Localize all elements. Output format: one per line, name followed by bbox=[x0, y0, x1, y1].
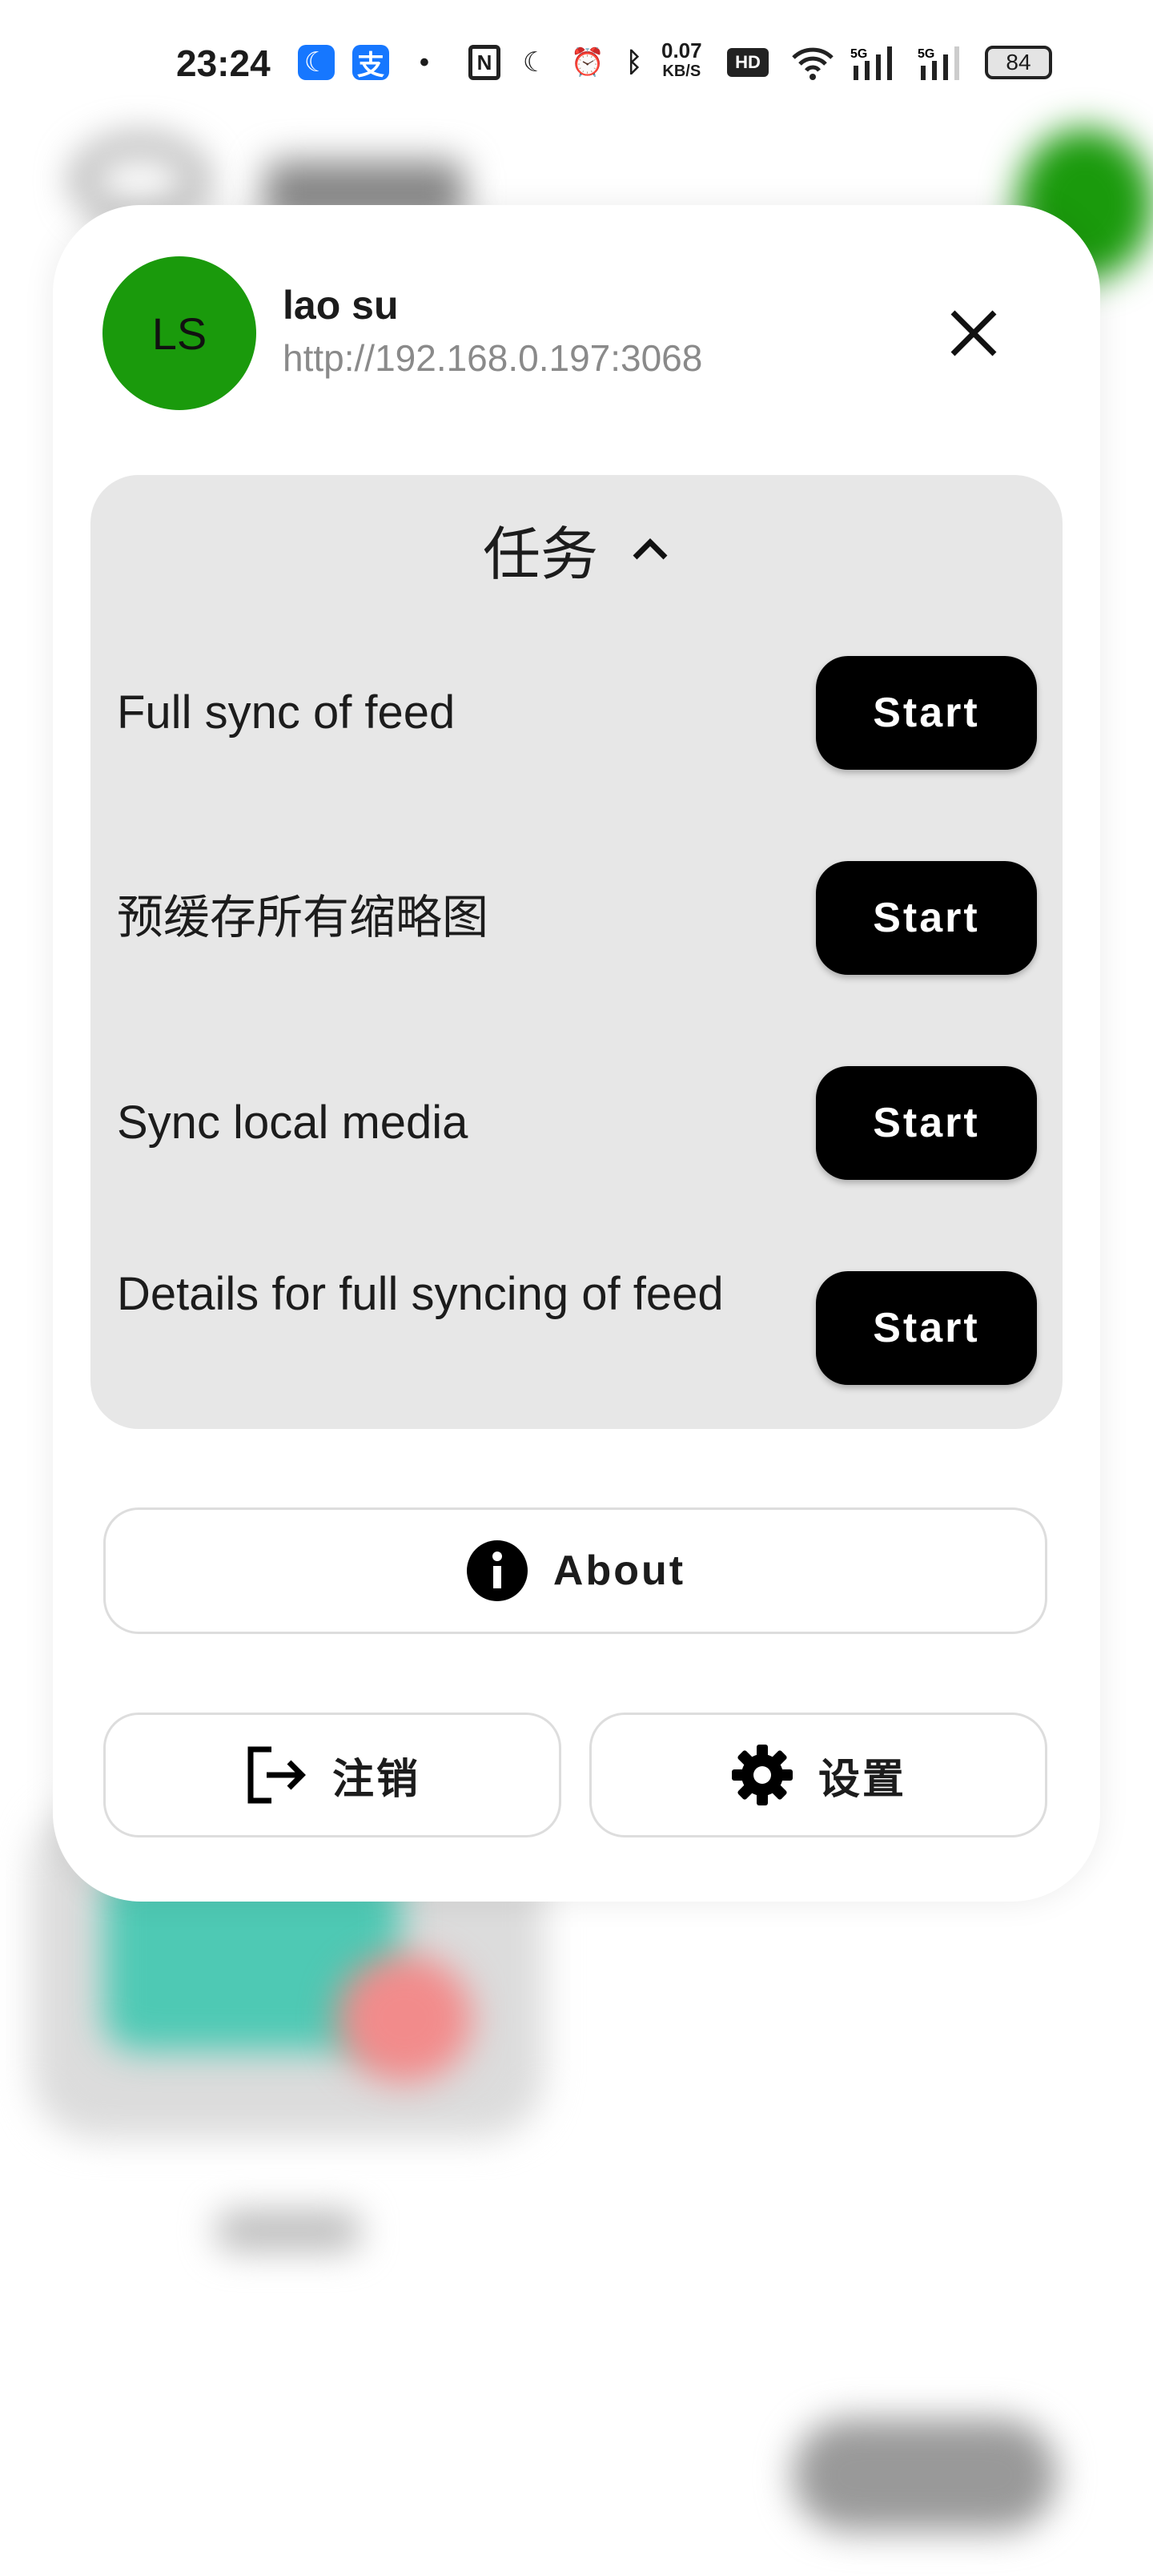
logout-label: 注销 bbox=[331, 1756, 420, 1803]
logout-icon bbox=[247, 1746, 306, 1804]
net-speed: 0.07 KB/S bbox=[661, 40, 702, 82]
close-button[interactable] bbox=[942, 301, 1006, 365]
dot-icon: • bbox=[420, 46, 429, 78]
tasks-panel: 任务 Full sync of feed Start 预缓存所有缩略图 Star… bbox=[90, 475, 1063, 1429]
tasks-header[interactable]: 任务 bbox=[90, 507, 1063, 591]
status-time: 23:24 bbox=[176, 42, 271, 84]
task-label: Details for full syncing of feed bbox=[117, 1268, 724, 1320]
battery-icon: 84 bbox=[985, 46, 1052, 79]
task-label: 预缓存所有缩略图 bbox=[117, 892, 489, 944]
net-speed-value: 0.07 bbox=[661, 38, 702, 62]
background-nav-pill bbox=[793, 2419, 1057, 2531]
account-name: lao su bbox=[283, 283, 399, 328]
hd-icon: HD bbox=[727, 48, 769, 77]
net-speed-unit: KB/S bbox=[662, 62, 701, 80]
chevron-up-icon bbox=[633, 537, 668, 559]
dnd-moon-icon: ☾ bbox=[522, 47, 548, 78]
avatar: LS bbox=[102, 256, 256, 410]
battery-level: 84 bbox=[1006, 50, 1031, 74]
bluetooth-icon: ᛒ bbox=[625, 46, 643, 78]
avatar-initials: LS bbox=[151, 308, 207, 359]
alarm-icon: ⏰ bbox=[570, 47, 605, 78]
about-label: About bbox=[552, 1548, 686, 1594]
moon-app-icon: ☾ bbox=[298, 45, 335, 80]
start-full-sync-button[interactable]: Start bbox=[816, 656, 1037, 770]
svg-text:5G: 5G bbox=[850, 47, 867, 61]
status-bar: 23:24 ☾ 支 • N ☾ ⏰ ᛒ 0.07 KB/S HD 5G 5G 8… bbox=[0, 0, 1153, 120]
task-label: Full sync of feed bbox=[117, 686, 456, 739]
signal-5g-icon: 5G bbox=[850, 45, 903, 80]
nfc-icon: N bbox=[468, 45, 500, 80]
task-label: Sync local media bbox=[117, 1097, 468, 1149]
logout-button[interactable]: 注销 bbox=[103, 1713, 561, 1837]
tasks-title: 任务 bbox=[482, 523, 598, 587]
start-sync-local-media-button[interactable]: Start bbox=[816, 1066, 1037, 1180]
alipay-icon: 支 bbox=[352, 45, 389, 81]
settings-button[interactable]: 设置 bbox=[589, 1713, 1047, 1837]
wifi-icon bbox=[789, 45, 837, 80]
about-button[interactable]: About bbox=[103, 1507, 1047, 1634]
close-icon bbox=[950, 310, 997, 356]
background-tile-label bbox=[216, 2211, 360, 2251]
svg-text:5G: 5G bbox=[918, 47, 934, 61]
start-full-sync-details-button[interactable]: Start bbox=[816, 1271, 1037, 1385]
start-precache-thumbnails-button[interactable]: Start bbox=[816, 861, 1037, 975]
background-heart bbox=[336, 1954, 472, 2083]
signal-5g-icon: 5G bbox=[918, 45, 970, 80]
gear-icon bbox=[731, 1745, 793, 1805]
server-url: http://192.168.0.197:3068 bbox=[283, 337, 703, 379]
settings-label: 设置 bbox=[818, 1756, 906, 1803]
info-icon bbox=[466, 1540, 528, 1601]
